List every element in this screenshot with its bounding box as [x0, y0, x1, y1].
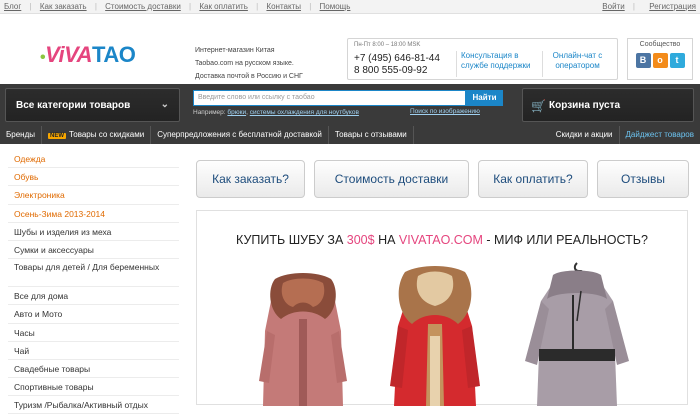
- support-consult-link[interactable]: Консультация в службе поддержки: [456, 51, 536, 77]
- sidebar-item-shoes[interactable]: Обувь: [8, 168, 179, 187]
- contact-box: Пн-Пт 8:00 – 18:00 MSK +7 (495) 646-81-4…: [347, 38, 618, 80]
- sidebar-item-auto[interactable]: Авто и Мото: [8, 305, 179, 324]
- tab-delivery-cost[interactable]: Стоимость доставки: [314, 160, 469, 198]
- phone-moscow: +7 (495) 646-81-44: [354, 53, 440, 64]
- cart-label: Корзина пуста: [549, 99, 621, 111]
- category-sidebar: Одежда Обувь Электроника Осень-Зима 2013…: [8, 150, 179, 414]
- header: •ViVATAO Интернет-магазин Китая Taobao.c…: [0, 14, 700, 84]
- twitter-icon[interactable]: t: [669, 53, 685, 68]
- top-link-contacts[interactable]: Контакты: [266, 2, 301, 11]
- sidebar-item-sport[interactable]: Спортивные товары: [8, 378, 179, 397]
- working-hours: Пн-Пт 8:00 – 18:00 MSK: [354, 42, 421, 48]
- top-link-separator: |: [309, 2, 312, 11]
- sidebar-item-bags[interactable]: Сумки и аксессуары: [8, 241, 179, 260]
- register-link[interactable]: Регистрация: [649, 2, 696, 11]
- banner-title: КУПИТЬ ШУБУ ЗА 300$ НА VIVATAO.COM - МИФ…: [197, 233, 687, 247]
- top-bar: Блог | Как заказать | Стоимость доставки…: [0, 0, 700, 14]
- search-area: Введите слово или ссылку с таобао Найти …: [193, 90, 513, 116]
- subnav-digest[interactable]: Дайджест товаров: [620, 126, 700, 144]
- vk-icon[interactable]: В: [635, 53, 651, 68]
- social-box: Сообщество В о t: [627, 38, 693, 80]
- hint-prefix: Например:: [193, 109, 226, 116]
- phone-free: 8 800 555-09-92: [354, 65, 428, 76]
- banner-title-text: - МИФ ИЛИ РЕАЛЬНОСТЬ?: [482, 233, 648, 247]
- all-categories-button[interactable]: Все категории товаров ⌄: [5, 88, 180, 122]
- sidebar-item-home[interactable]: Все для дома: [8, 287, 179, 306]
- subnav-discounts[interactable]: NEW Товары со скидками: [42, 126, 152, 144]
- search-button[interactable]: Найти: [466, 90, 503, 106]
- sidebar-item-tourism[interactable]: Туризм /Рыбалка/Активный отдых: [8, 396, 179, 414]
- sidebar-item-kids[interactable]: Товары для детей / Для беременных: [8, 259, 179, 288]
- banner-site: VIVATAO.COM: [398, 233, 483, 247]
- sub-nav: Бренды NEW Товары со скидками Суперпредло…: [0, 126, 700, 144]
- social-label: Сообщество: [639, 41, 681, 48]
- subnav-brands[interactable]: Бренды: [0, 126, 42, 144]
- top-link-separator: |: [189, 2, 192, 11]
- fur-coat-image-grey: [525, 262, 629, 406]
- logo-viva-text: ViVA: [45, 42, 93, 67]
- top-link-separator: |: [94, 2, 97, 11]
- banner-price: 300$: [346, 233, 375, 247]
- main-nav: Все категории товаров ⌄ Введите слово ил…: [0, 84, 700, 144]
- fur-coat-image-red: [390, 266, 480, 406]
- cart-icon: 🛒: [531, 99, 546, 113]
- site-tagline: Интернет-магазин Китая Taobao.com на рус…: [195, 44, 315, 83]
- tab-how-to-order[interactable]: Как заказать?: [196, 160, 305, 198]
- hint-link[interactable]: системы охлаждения для ноутбуков: [250, 109, 359, 116]
- image-search-link[interactable]: Поиск по изображению: [410, 108, 480, 115]
- subnav-reviews[interactable]: Товары с отзывами: [329, 126, 414, 144]
- tab-reviews[interactable]: Отзывы: [597, 160, 689, 198]
- odnoklassniki-icon[interactable]: о: [652, 53, 668, 68]
- top-link-how-to-order[interactable]: Как заказать: [40, 2, 87, 11]
- banner-title-text: НА: [374, 233, 399, 247]
- site-logo[interactable]: •ViVATAO: [40, 42, 136, 68]
- top-link-separator: |: [29, 2, 32, 11]
- fur-coat-image-pink: [259, 273, 347, 406]
- cart-button[interactable]: 🛒 Корзина пуста: [522, 88, 694, 122]
- top-link-separator: |: [256, 2, 259, 11]
- tagline-line: Интернет-магазин Китая: [195, 47, 275, 54]
- promo-banner[interactable]: КУПИТЬ ШУБУ ЗА 300$ НА VIVATAO.COM - МИФ…: [196, 210, 688, 406]
- banner-title-text: КУПИТЬ ШУБУ ЗА: [236, 233, 347, 247]
- sidebar-item-watches[interactable]: Часы: [8, 324, 179, 342]
- hint-link[interactable]: брюки: [227, 109, 246, 116]
- subnav-sales[interactable]: Скидки и акции: [550, 126, 620, 144]
- sidebar-item-furs[interactable]: Шубы и изделия из меха: [8, 223, 179, 241]
- sidebar-item-electronics[interactable]: Электроника: [8, 186, 179, 205]
- top-link-how-to-pay[interactable]: Как оплатить: [199, 2, 248, 11]
- chevron-down-icon: ⌄: [160, 99, 169, 110]
- login-link[interactable]: Войти: [602, 2, 624, 11]
- top-link-delivery-cost[interactable]: Стоимость доставки: [105, 2, 181, 11]
- online-chat-link[interactable]: Онлайн-чат с оператором: [542, 51, 612, 77]
- top-link-blog[interactable]: Блог: [4, 2, 21, 11]
- info-tabs: Как заказать? Стоимость доставки Как опл…: [196, 160, 689, 198]
- top-link-separator: |: [632, 2, 635, 11]
- sidebar-item-wedding[interactable]: Свадебные товары: [8, 360, 179, 379]
- search-input[interactable]: Введите слово или ссылку с таобао: [193, 90, 466, 106]
- tab-how-to-pay[interactable]: Как оплатить?: [478, 160, 588, 198]
- all-categories-label: Все категории товаров: [16, 99, 131, 111]
- sidebar-item-clothes[interactable]: Одежда: [8, 150, 179, 169]
- new-badge: NEW: [47, 133, 66, 139]
- logo-tao-text: TAO: [92, 42, 136, 67]
- subnav-free-delivery[interactable]: Суперпредложения с бесплатной доставкой: [151, 126, 329, 144]
- sidebar-item-tea[interactable]: Чай: [8, 342, 179, 360]
- sidebar-item-autumn-winter[interactable]: Осень-Зима 2013-2014: [8, 205, 179, 223]
- top-link-help[interactable]: Помощь: [320, 2, 351, 11]
- tagline-line: Доставка почтой в Россию и СНГ: [195, 73, 303, 80]
- tagline-line: Taobao.com на русском языке.: [195, 60, 294, 67]
- subnav-discounts-label: Товары со скидками: [68, 130, 145, 139]
